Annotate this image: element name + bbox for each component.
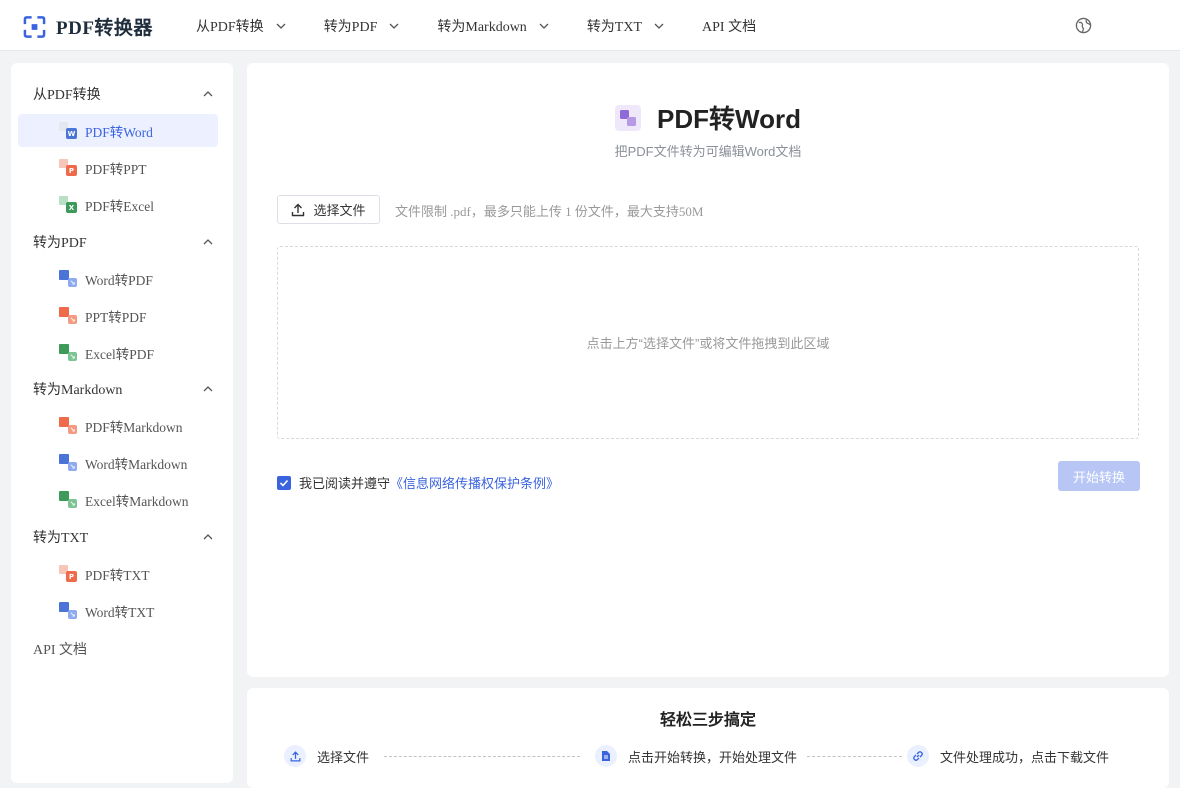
step-label: 选择文件 <box>317 749 370 765</box>
word-file-icon: ↘ <box>59 270 77 287</box>
sidebar-item-label: PDF转Excel <box>85 198 154 214</box>
start-convert-button[interactable]: 开始转换 <box>1058 461 1140 491</box>
chevron-up-icon <box>203 534 213 540</box>
nav-label: API 文档 <box>702 19 757 35</box>
nav-to-txt[interactable]: 转为TXT <box>587 16 664 36</box>
agreement-row: 我已阅读并遵守 《信息网络传播权保护条例》 <box>277 473 559 492</box>
word-file-icon: ↘ <box>59 454 77 471</box>
sidebar-item-label: Word转PDF <box>85 272 153 288</box>
sidebar-item-pdf-to-markdown[interactable]: ↘ PDF转Markdown <box>18 409 218 442</box>
step-connector <box>807 756 902 757</box>
page-title: PDF转Word <box>657 104 801 134</box>
pdf-to-word-icon <box>615 104 642 131</box>
sidebar-group-to-markdown[interactable]: 转为Markdown <box>33 379 213 399</box>
word-file-icon: W <box>59 122 77 139</box>
upload-icon <box>292 203 305 216</box>
top-nav: 从PDF转换 转为PDF 转为Markdown 转为TXT API 文档 <box>196 0 794 51</box>
steps-title: 轻松三步搞定 <box>659 712 756 729</box>
chevron-up-icon <box>203 239 213 245</box>
sidebar-group-to-pdf[interactable]: 转为PDF <box>33 232 213 252</box>
sidebar-group-label: 转为PDF <box>33 236 87 251</box>
sidebar-item-label: PDF转Markdown <box>85 419 183 435</box>
step-label: 点击开始转换，开始处理文件 <box>628 749 798 765</box>
sidebar-group-label: 转为Markdown <box>33 383 123 398</box>
nav-from-pdf[interactable]: 从PDF转换 <box>196 16 286 36</box>
excel-file-icon: ↘ <box>59 344 77 361</box>
sidebar-item-ppt-to-pdf[interactable]: ↘ PPT转PDF <box>18 299 218 332</box>
sidebar-item-word-to-txt[interactable]: ↘ Word转TXT <box>18 594 218 627</box>
chevron-down-icon <box>654 23 664 29</box>
agreement-text: 我已阅读并遵守 <box>299 476 391 491</box>
nav-to-markdown[interactable]: 转为Markdown <box>437 16 549 36</box>
top-header: PDF转换器 从PDF转换 转为PDF 转为Markdown 转为TXT API… <box>0 0 1180 51</box>
page-subtitle: 把PDF文件转为可编辑Word文档 <box>614 144 802 159</box>
ppt-file-icon: P <box>59 159 77 176</box>
sidebar: 从PDF转换 W PDF转Word P PDF转PPT X PDF转Excel … <box>11 63 233 783</box>
sidebar-item-label: Word转TXT <box>85 604 155 620</box>
sidebar-item-pdf-to-word[interactable]: W PDF转Word <box>18 114 218 147</box>
sidebar-item-label: Excel转Markdown <box>85 493 189 509</box>
nav-label: 转为PDF <box>323 19 378 35</box>
link-icon <box>907 745 929 767</box>
sidebar-item-api-docs[interactable]: API 文档 <box>33 639 87 659</box>
dropzone-hint: 点击上方“选择文件”或将文件拖拽到此区域 <box>586 336 830 351</box>
word-file-icon: ↘ <box>59 602 77 619</box>
agreement-checkbox[interactable] <box>277 475 291 490</box>
nav-label: 转为Markdown <box>437 19 527 35</box>
sidebar-item-pdf-to-ppt[interactable]: P PDF转PPT <box>18 151 218 184</box>
chevron-up-icon <box>203 386 213 392</box>
ppt-file-icon: ↘ <box>59 307 77 324</box>
file-dropzone[interactable]: 点击上方“选择文件”或将文件拖拽到此区域 <box>277 246 1139 439</box>
sidebar-item-label: PDF转TXT <box>85 567 150 583</box>
sidebar-item-excel-to-pdf[interactable]: ↘ Excel转PDF <box>18 336 218 369</box>
converter-panel: PDF转Word 把PDF文件转为可编辑Word文档 选择文件 文件限制 .pd… <box>247 63 1169 677</box>
pdf-file-icon: ↘ <box>59 417 77 434</box>
chevron-down-icon <box>539 23 549 29</box>
sidebar-item-pdf-to-excel[interactable]: X PDF转Excel <box>18 188 218 221</box>
step-1: 选择文件 <box>284 745 369 767</box>
nav-to-pdf[interactable]: 转为PDF <box>324 16 400 36</box>
sidebar-item-pdf-to-txt[interactable]: P PDF转TXT <box>18 557 218 590</box>
chevron-up-icon <box>203 91 213 97</box>
step-3: 文件处理成功，点击下载文件 <box>907 745 1109 767</box>
step-label: 文件处理成功，点击下载文件 <box>940 749 1110 765</box>
chevron-down-icon <box>389 23 399 29</box>
sidebar-item-label: Word转Markdown <box>85 456 188 472</box>
sidebar-item-label: PPT转PDF <box>85 309 147 325</box>
step-2: 点击开始转换，开始处理文件 <box>595 745 797 767</box>
logo-icon <box>23 15 46 38</box>
file-icon <box>595 745 617 767</box>
sidebar-item-word-to-markdown[interactable]: ↘ Word转Markdown <box>18 446 218 479</box>
file-limit-hint: 文件限制 .pdf，最多只能上传 1 份文件，最大支持50M <box>395 204 704 219</box>
agreement-link[interactable]: 《信息网络传播权保护条例》 <box>390 473 559 492</box>
sidebar-group-label: 从PDF转换 <box>33 88 101 103</box>
chevron-down-icon <box>276 23 286 29</box>
nav-label: 转为TXT <box>586 19 643 35</box>
excel-file-icon: X <box>59 196 77 213</box>
sidebar-group-from-pdf[interactable]: 从PDF转换 <box>33 84 213 104</box>
sidebar-item-label: PDF转Word <box>85 124 153 140</box>
nav-api-docs[interactable]: API 文档 <box>702 16 756 36</box>
choose-file-button[interactable]: 选择文件 <box>277 195 380 224</box>
step-connector <box>384 756 580 757</box>
steps-panel: 轻松三步搞定 选择文件 点击开始转换，开始处理文件 文件处理成功，点击下载文件 <box>247 688 1169 788</box>
pdf-file-icon: P <box>59 565 77 582</box>
sidebar-item-excel-to-markdown[interactable]: ↘ Excel转Markdown <box>18 483 218 516</box>
upload-icon <box>284 745 306 767</box>
logo-text: PDF转换器 <box>56 18 153 39</box>
check-icon <box>279 479 289 487</box>
logo[interactable]: PDF转换器 <box>23 13 153 40</box>
choose-file-label: 选择文件 <box>313 203 366 218</box>
globe-icon[interactable] <box>1075 17 1092 34</box>
title-row: PDF转Word <box>247 99 1169 136</box>
sidebar-group-to-txt[interactable]: 转为TXT <box>33 527 213 547</box>
sidebar-item-label: Excel转PDF <box>85 346 154 362</box>
sidebar-item-label: PDF转PPT <box>85 161 147 177</box>
nav-label: 从PDF转换 <box>196 19 264 35</box>
sidebar-group-label: 转为TXT <box>33 531 89 546</box>
sidebar-item-word-to-pdf[interactable]: ↘ Word转PDF <box>18 262 218 295</box>
excel-file-icon: ↘ <box>59 491 77 508</box>
